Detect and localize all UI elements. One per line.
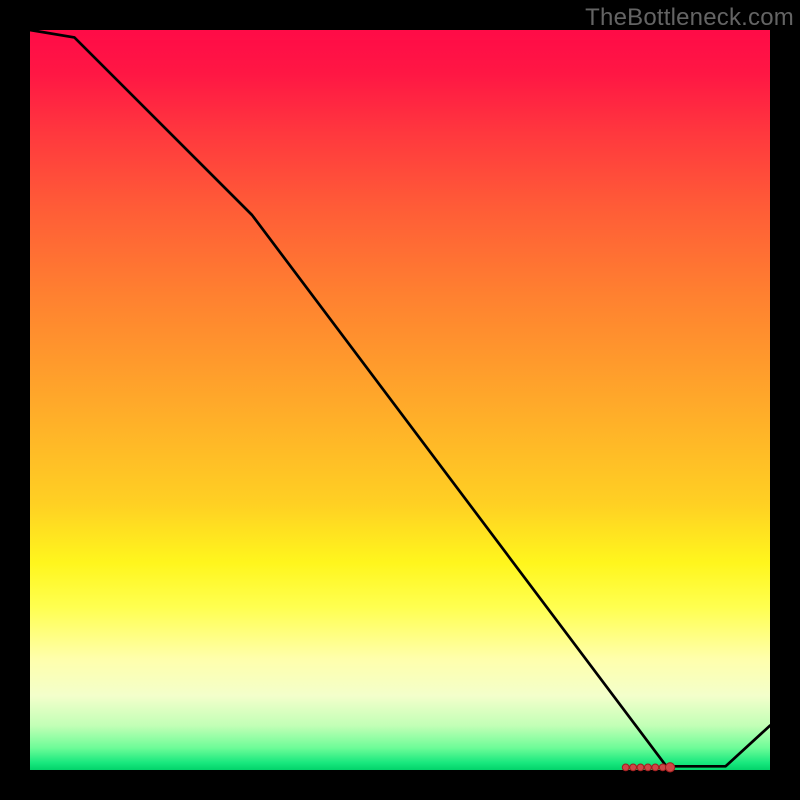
bottleneck-curve [30,30,770,766]
marker-dot [652,764,659,771]
marker-dot [630,764,637,771]
watermark-text: TheBottleneck.com [585,4,794,32]
marker-end-dot [666,763,675,772]
curve-layer [30,30,770,770]
chart-canvas: TheBottleneck.com [0,0,800,800]
marker-dot [645,764,652,771]
marker-cluster [622,763,674,772]
plot-area [30,30,770,770]
marker-dot [622,764,629,771]
marker-dot [637,764,644,771]
